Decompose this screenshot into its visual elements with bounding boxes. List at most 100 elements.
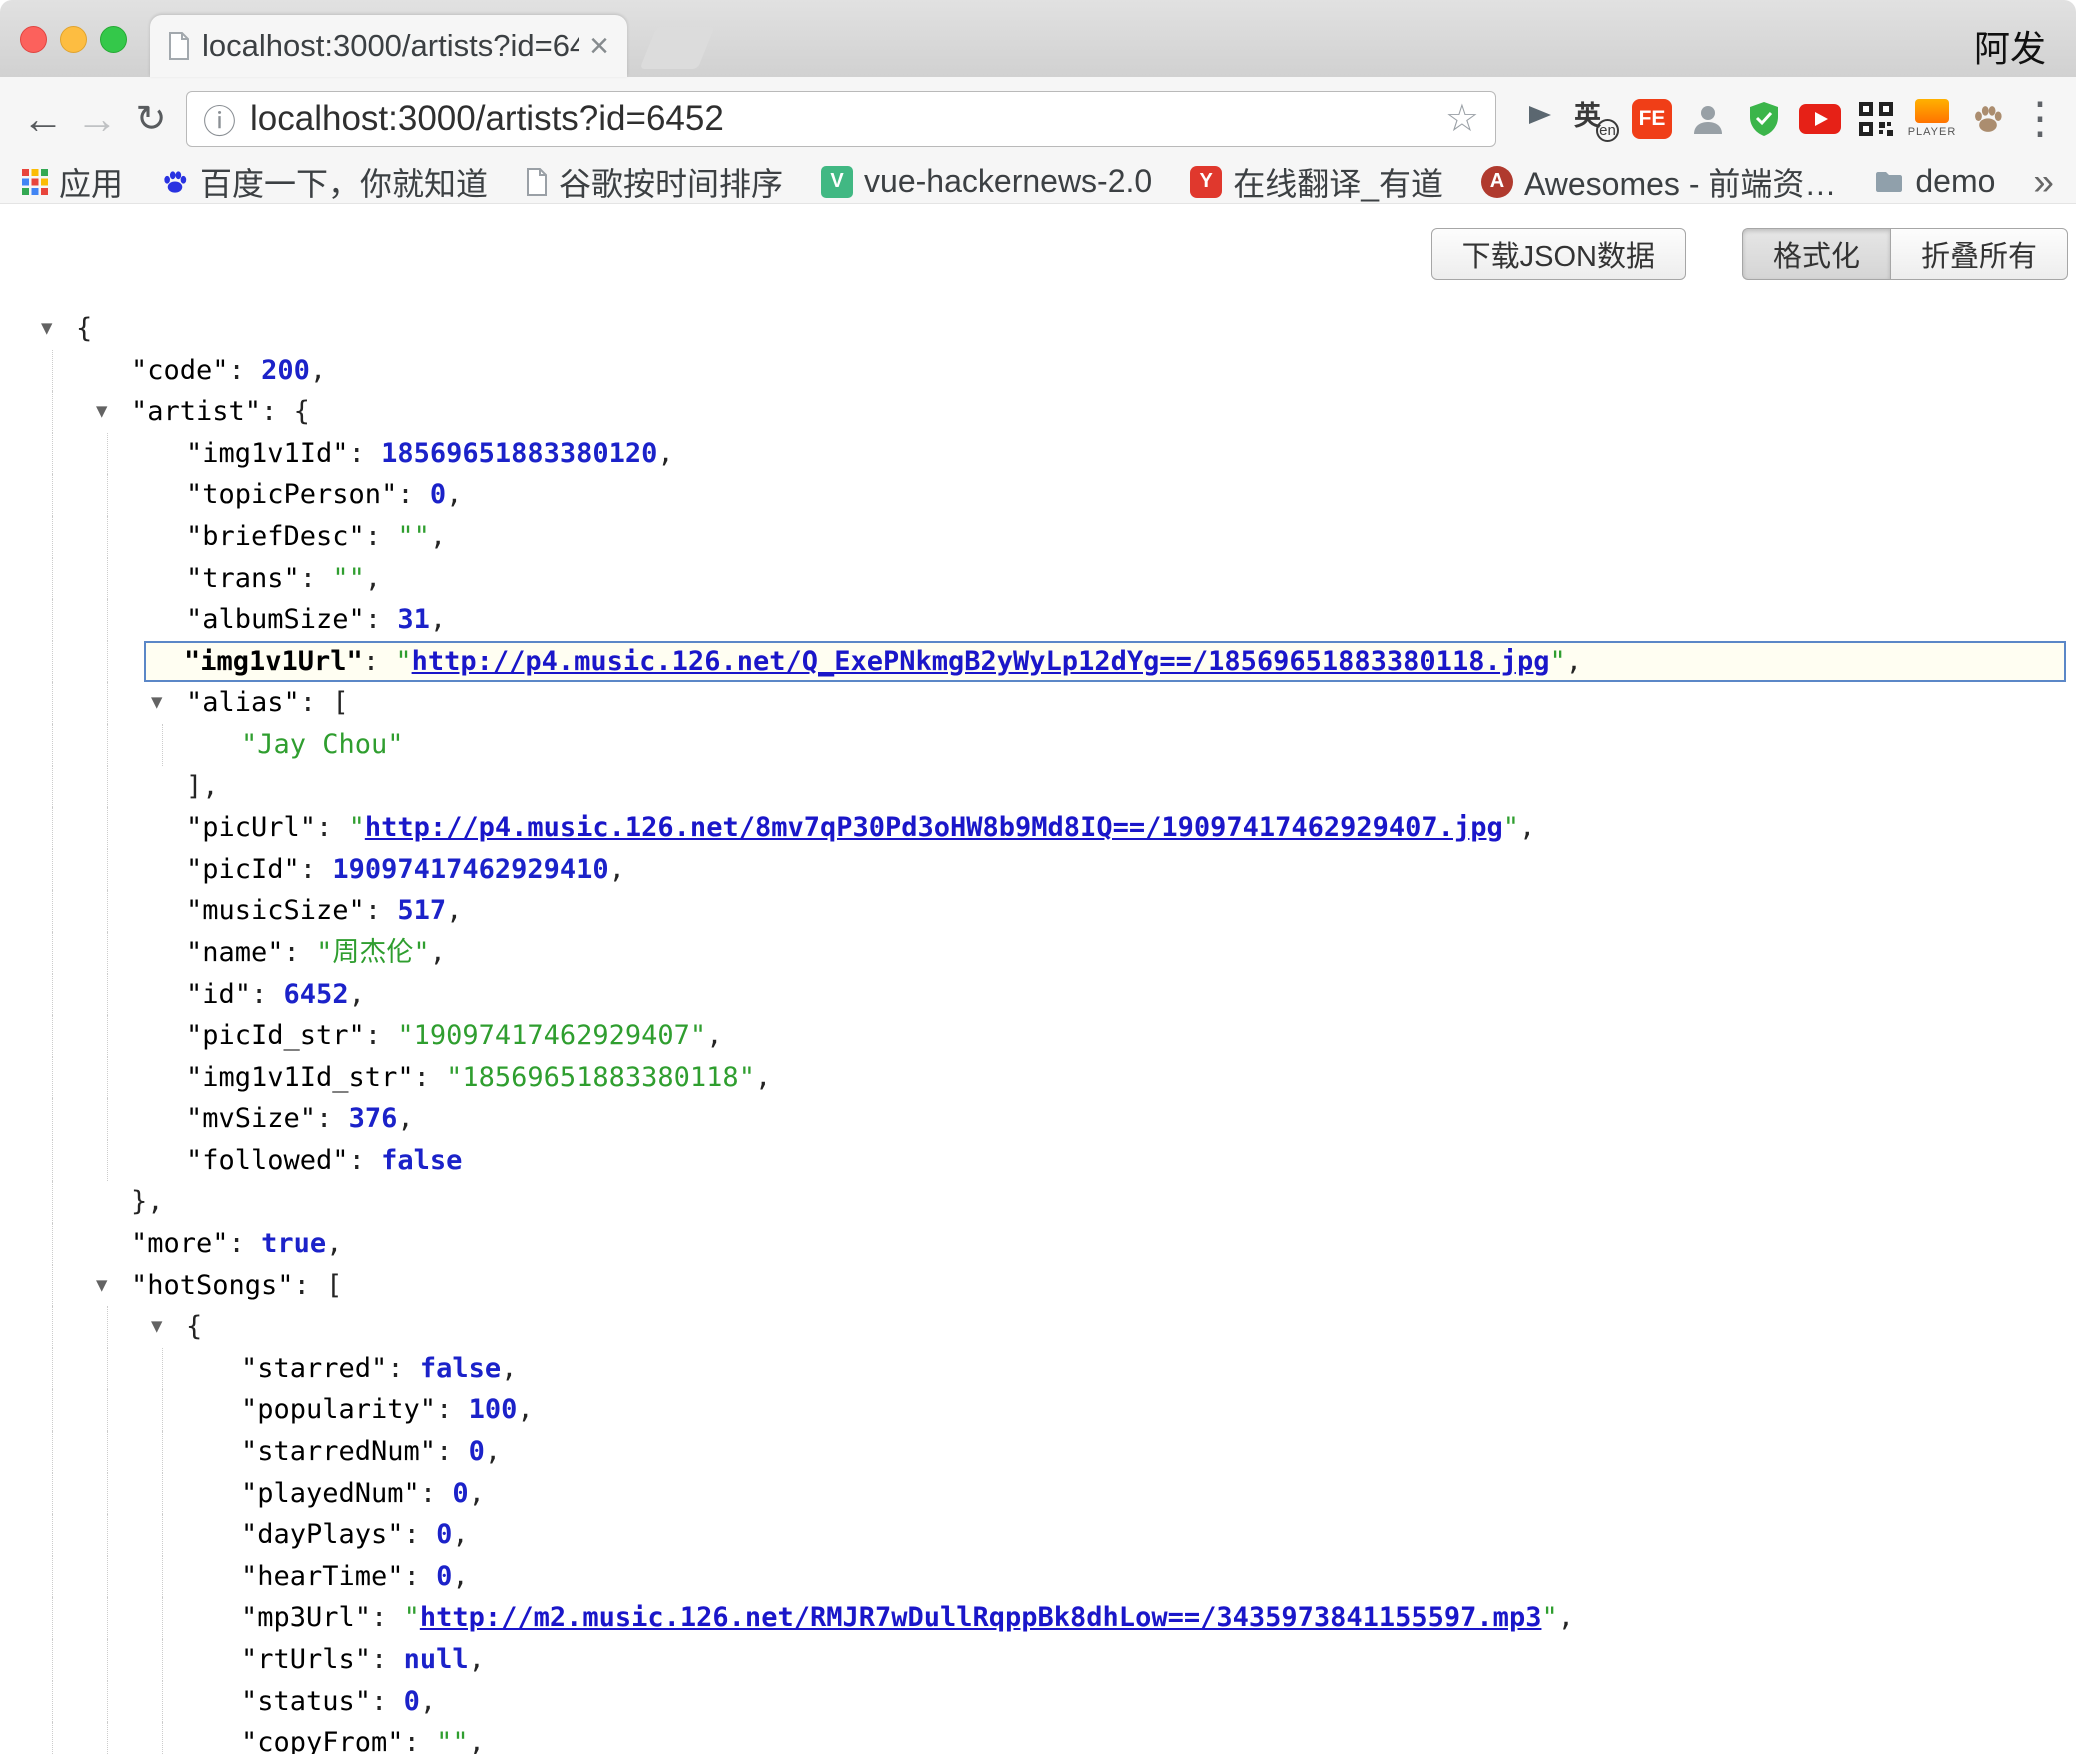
forward-button[interactable]: →: [70, 91, 124, 147]
bookmarks-overflow-icon[interactable]: »: [2033, 161, 2054, 203]
bookmark-item-demo[interactable]: demo: [1874, 163, 1995, 200]
youtube-extension-icon[interactable]: [1796, 91, 1844, 147]
page-favicon-icon: [168, 32, 190, 60]
collapse-arrow-icon[interactable]: ▼: [151, 1306, 162, 1348]
indent-guide: [52, 1639, 53, 1681]
indent-guide: [162, 724, 163, 766]
shield-extension-icon[interactable]: [1740, 91, 1788, 147]
indent-guide: [107, 474, 108, 516]
collapse-arrow-icon[interactable]: ▼: [96, 1265, 107, 1307]
json-line: "musicSize": 517,: [0, 890, 2076, 932]
json-comma: ,: [397, 1103, 413, 1134]
collapse-arrow-icon[interactable]: ▼: [151, 682, 162, 724]
indent-guide: [107, 1348, 108, 1390]
qrcode-extension-icon[interactable]: [1852, 91, 1900, 147]
json-comma: ,: [430, 937, 446, 968]
json-colon: :: [404, 1519, 437, 1550]
bookmark-item-google-sort[interactable]: 谷歌按时间排序: [526, 159, 783, 205]
json-line: ▼"artist": {: [0, 391, 2076, 433]
collapse-arrow-icon[interactable]: ▼: [96, 391, 107, 433]
indent-guide: [107, 1681, 108, 1723]
fullscreen-window-button[interactable]: [100, 26, 127, 53]
json-line: "dayPlays": 0,: [0, 1514, 2076, 1556]
reload-button[interactable]: ↻: [124, 91, 178, 147]
other-bookmarks[interactable]: » 其他书签: [2033, 159, 2076, 205]
bookmark-item-awesomes[interactable]: A Awesomes - 前端资…: [1481, 159, 1836, 205]
chrome-menu-icon[interactable]: ⋮: [2018, 93, 2060, 144]
player-extension-icon[interactable]: PLAYER: [1908, 91, 1956, 147]
json-comma: ,: [755, 1062, 771, 1093]
browser-tab[interactable]: localhost:3000/artists?id=645 ×: [150, 15, 627, 77]
indent-guide: [107, 1098, 108, 1140]
json-colon: :: [404, 1561, 437, 1592]
json-url-link[interactable]: http://p4.music.126.net/Q_ExePNkmgB2yWyL…: [412, 646, 1550, 677]
paw-extension-icon[interactable]: [1964, 91, 2012, 147]
json-key: "playedNum": [241, 1478, 420, 1509]
json-line-content: "id": 6452,: [186, 974, 365, 1016]
indent-guide: [52, 558, 53, 600]
json-key: "picUrl": [186, 812, 316, 843]
back-button[interactable]: ←: [16, 91, 70, 147]
json-comma: ,: [147, 1186, 163, 1217]
json-comma: ,: [452, 1561, 468, 1592]
json-line-content: "code": 200,: [131, 350, 326, 392]
bookmark-item-baidu[interactable]: 百度一下，你就知道: [161, 159, 488, 205]
bookmark-item-vue-hackernews[interactable]: V vue-hackernews-2.0: [821, 163, 1152, 200]
indent-guide: [107, 932, 108, 974]
json-colon: :: [229, 355, 262, 386]
json-string-value: "": [397, 521, 430, 552]
bookmark-star-icon[interactable]: ☆: [1445, 96, 1479, 141]
site-info-icon[interactable]: ⓘ: [203, 95, 236, 143]
json-url-link[interactable]: http://m2.music.126.net/RMJR7wDullRqppBk…: [420, 1602, 1542, 1633]
fe-extension-icon[interactable]: FE: [1628, 91, 1676, 147]
json-key: "picId": [186, 854, 300, 885]
json-line-content: "img1v1Url": "http://p4.music.126.net/Q_…: [144, 641, 2066, 683]
json-url-link[interactable]: http://p4.music.126.net/8mv7qP30Pd3oHW8b…: [365, 812, 1503, 843]
tab-close-icon[interactable]: ×: [589, 29, 609, 63]
indent-guide: [162, 1389, 163, 1431]
indent-guide: [52, 474, 53, 516]
profile-extension-icon[interactable]: [1684, 91, 1732, 147]
json-comma: ,: [446, 895, 462, 926]
address-bar[interactable]: ⓘ localhost:3000/artists?id=6452 ☆: [186, 91, 1496, 147]
json-comma: ,: [430, 604, 446, 635]
collapse-arrow-icon[interactable]: ▼: [41, 308, 52, 350]
json-comma: ,: [485, 1436, 501, 1467]
close-window-button[interactable]: [20, 26, 47, 53]
indent-guide: [52, 1389, 53, 1431]
collapse-all-button[interactable]: 折叠所有: [1890, 228, 2068, 280]
pennant-extension-icon[interactable]: [1516, 91, 1564, 147]
json-line: ▼{: [0, 1306, 2076, 1348]
json-colon: :: [251, 979, 284, 1010]
json-line: "mvSize": 376,: [0, 1098, 2076, 1140]
url-text[interactable]: localhost:3000/artists?id=6452: [250, 99, 724, 139]
json-comma: ,: [469, 1644, 485, 1675]
bookmark-item-youdao[interactable]: Y 在线翻译_有道: [1190, 159, 1443, 205]
json-colon: :: [387, 1353, 420, 1384]
indent-guide: [52, 1057, 53, 1099]
indent-guide: [162, 1722, 163, 1754]
json-open-bracket: {: [76, 313, 92, 344]
download-json-button[interactable]: 下载JSON数据: [1431, 228, 1686, 280]
profile-name[interactable]: 阿发: [1974, 20, 2046, 72]
indent-guide: [162, 1681, 163, 1723]
json-num-value: 100: [469, 1394, 518, 1425]
translate-extension-icon[interactable]: 英 en: [1572, 91, 1620, 147]
json-num-value: 0: [436, 1519, 452, 1550]
json-key: "musicSize": [186, 895, 365, 926]
bookmark-item-apps[interactable]: 应用: [22, 159, 123, 205]
minimize-window-button[interactable]: [60, 26, 87, 53]
json-line: "status": 0,: [0, 1681, 2076, 1723]
json-colon: :: [371, 1644, 404, 1675]
json-comma: ,: [1566, 646, 1582, 677]
json-comma: ,: [446, 479, 462, 510]
indent-guide: [107, 599, 108, 641]
new-tab-button[interactable]: [640, 27, 715, 69]
format-button[interactable]: 格式化: [1742, 228, 1890, 280]
indent-guide: [52, 433, 53, 475]
view-mode-toggle: 格式化 折叠所有: [1742, 228, 2068, 280]
indent-guide: [52, 1681, 53, 1723]
indent-guide: [52, 724, 53, 766]
json-line: ▼"hotSongs": [: [0, 1265, 2076, 1307]
json-line: ▼"alias": [: [0, 682, 2076, 724]
